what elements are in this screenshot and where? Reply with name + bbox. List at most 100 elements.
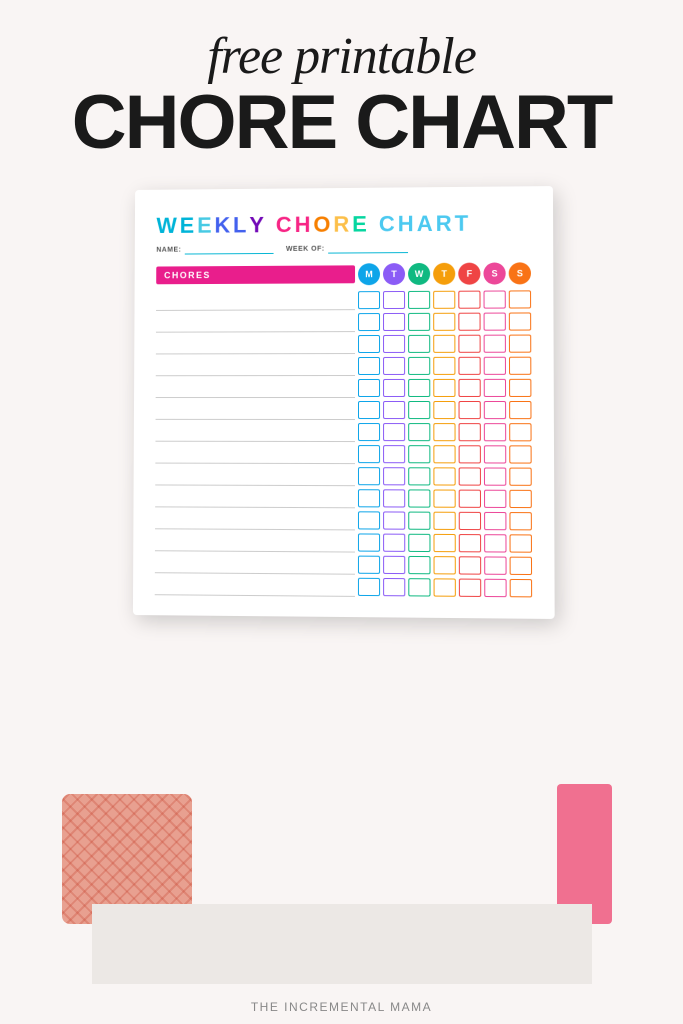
chore-checkbox-day-6[interactable] [508, 291, 530, 309]
chore-checkbox-day-0[interactable] [358, 291, 380, 309]
chore-checkbox-day-4[interactable] [458, 357, 480, 375]
chore-checkbox-day-0[interactable] [358, 357, 380, 375]
chore-checkbox-day-0[interactable] [357, 445, 379, 463]
chore-checkbox-day-5[interactable] [484, 512, 506, 530]
chore-checkbox-day-3[interactable] [433, 579, 455, 597]
chore-checkbox-day-2[interactable] [408, 512, 430, 530]
chore-checkbox-day-0[interactable] [357, 534, 379, 552]
chore-checkbox-day-0[interactable] [358, 379, 380, 397]
chore-checkbox-day-1[interactable] [383, 534, 405, 552]
chore-checkbox-day-1[interactable] [383, 423, 405, 441]
chore-checkbox-day-6[interactable] [508, 357, 530, 375]
chore-checkbox-day-0[interactable] [357, 423, 379, 441]
chore-checkbox-day-5[interactable] [483, 379, 505, 397]
chore-checkbox-day-5[interactable] [483, 335, 505, 353]
chore-checkbox-day-4[interactable] [458, 379, 480, 397]
chore-checkbox-day-4[interactable] [458, 579, 480, 597]
chore-checkbox-day-4[interactable] [458, 291, 480, 309]
chore-checkbox-day-3[interactable] [433, 556, 455, 574]
chore-checkbox-day-5[interactable] [483, 423, 505, 441]
chore-checkbox-day-1[interactable] [383, 291, 405, 309]
chore-checkbox-day-5[interactable] [483, 357, 505, 375]
chore-checkbox-day-2[interactable] [408, 578, 430, 596]
chore-checkbox-day-1[interactable] [383, 335, 405, 353]
chore-checkbox-day-1[interactable] [383, 489, 405, 507]
chore-checkbox-day-3[interactable] [433, 401, 455, 419]
chore-checkbox-day-6[interactable] [509, 446, 531, 464]
chore-checkbox-day-5[interactable] [483, 401, 505, 419]
chore-checkbox-day-4[interactable] [458, 313, 480, 331]
chore-checkbox-day-5[interactable] [484, 557, 506, 575]
chore-checkbox-day-3[interactable] [433, 534, 455, 552]
chore-checkbox-day-4[interactable] [458, 534, 480, 552]
chore-checkbox-day-0[interactable] [357, 556, 379, 574]
chore-checkbox-day-0[interactable] [357, 512, 379, 530]
chore-checkbox-day-6[interactable] [508, 335, 530, 353]
chore-checkbox-day-1[interactable] [383, 357, 405, 375]
chore-checkbox-day-6[interactable] [508, 313, 530, 331]
chore-checkbox-day-6[interactable] [509, 490, 531, 508]
chore-checkbox-day-3[interactable] [433, 468, 455, 486]
chore-checkbox-day-5[interactable] [483, 313, 505, 331]
chore-checkbox-day-1[interactable] [383, 401, 405, 419]
chore-checkbox-day-1[interactable] [383, 313, 405, 331]
chore-checkbox-day-4[interactable] [458, 556, 480, 574]
chore-checkbox-day-0[interactable] [357, 489, 379, 507]
chore-checkbox-day-1[interactable] [383, 578, 405, 596]
chore-checkbox-day-3[interactable] [433, 445, 455, 463]
chore-checkbox-day-5[interactable] [484, 490, 506, 508]
chore-checkbox-day-3[interactable] [433, 423, 455, 441]
chore-checkbox-day-6[interactable] [509, 579, 531, 597]
chore-checkbox-day-2[interactable] [408, 556, 430, 574]
chore-checkbox-day-4[interactable] [458, 335, 480, 353]
chore-checkbox-day-1[interactable] [383, 467, 405, 485]
chore-checkbox-day-5[interactable] [484, 579, 506, 597]
chore-checkbox-day-5[interactable] [484, 534, 506, 552]
chore-checkbox-day-6[interactable] [509, 557, 531, 575]
chore-checkbox-day-1[interactable] [383, 512, 405, 530]
chore-checkbox-day-3[interactable] [433, 291, 455, 309]
chore-checkbox-day-0[interactable] [357, 467, 379, 485]
chore-checkbox-day-2[interactable] [408, 445, 430, 463]
chore-checkbox-day-6[interactable] [509, 512, 531, 530]
chore-checkbox-day-0[interactable] [358, 313, 380, 331]
chore-checkbox-day-0[interactable] [357, 401, 379, 419]
chore-checkbox-day-6[interactable] [509, 535, 531, 553]
chore-checkbox-day-4[interactable] [458, 445, 480, 463]
chore-checkbox-day-2[interactable] [408, 313, 430, 331]
chore-checkbox-day-5[interactable] [483, 468, 505, 486]
chore-checkbox-day-3[interactable] [433, 512, 455, 530]
chore-checkbox-day-2[interactable] [408, 467, 430, 485]
chore-checkbox-day-1[interactable] [383, 379, 405, 397]
chore-checkbox-day-1[interactable] [383, 445, 405, 463]
chore-checkbox-day-2[interactable] [408, 401, 430, 419]
day-boxes [357, 423, 531, 441]
chore-checkbox-day-2[interactable] [408, 291, 430, 309]
chore-checkbox-day-2[interactable] [408, 335, 430, 353]
chore-checkbox-day-4[interactable] [458, 490, 480, 508]
chore-checkbox-day-3[interactable] [433, 313, 455, 331]
chore-checkbox-day-2[interactable] [408, 357, 430, 375]
chore-checkbox-day-6[interactable] [509, 468, 531, 486]
chore-checkbox-day-5[interactable] [483, 445, 505, 463]
chore-checkbox-day-2[interactable] [408, 490, 430, 508]
chore-checkbox-day-3[interactable] [433, 357, 455, 375]
chore-checkbox-day-3[interactable] [433, 490, 455, 508]
chore-row [155, 356, 531, 377]
chore-checkbox-day-4[interactable] [458, 512, 480, 530]
chore-checkbox-day-0[interactable] [357, 578, 379, 596]
chore-checkbox-day-6[interactable] [509, 401, 531, 419]
chore-checkbox-day-6[interactable] [509, 379, 531, 397]
chore-checkbox-day-2[interactable] [408, 423, 430, 441]
chore-checkbox-day-6[interactable] [509, 423, 531, 441]
chore-checkbox-day-2[interactable] [408, 379, 430, 397]
chore-checkbox-day-3[interactable] [433, 379, 455, 397]
chore-checkbox-day-1[interactable] [383, 556, 405, 574]
chore-checkbox-day-0[interactable] [358, 335, 380, 353]
chore-checkbox-day-4[interactable] [458, 423, 480, 441]
chore-checkbox-day-2[interactable] [408, 534, 430, 552]
chore-checkbox-day-4[interactable] [458, 401, 480, 419]
chore-checkbox-day-3[interactable] [433, 335, 455, 353]
chore-checkbox-day-5[interactable] [483, 291, 505, 309]
chore-checkbox-day-4[interactable] [458, 468, 480, 486]
